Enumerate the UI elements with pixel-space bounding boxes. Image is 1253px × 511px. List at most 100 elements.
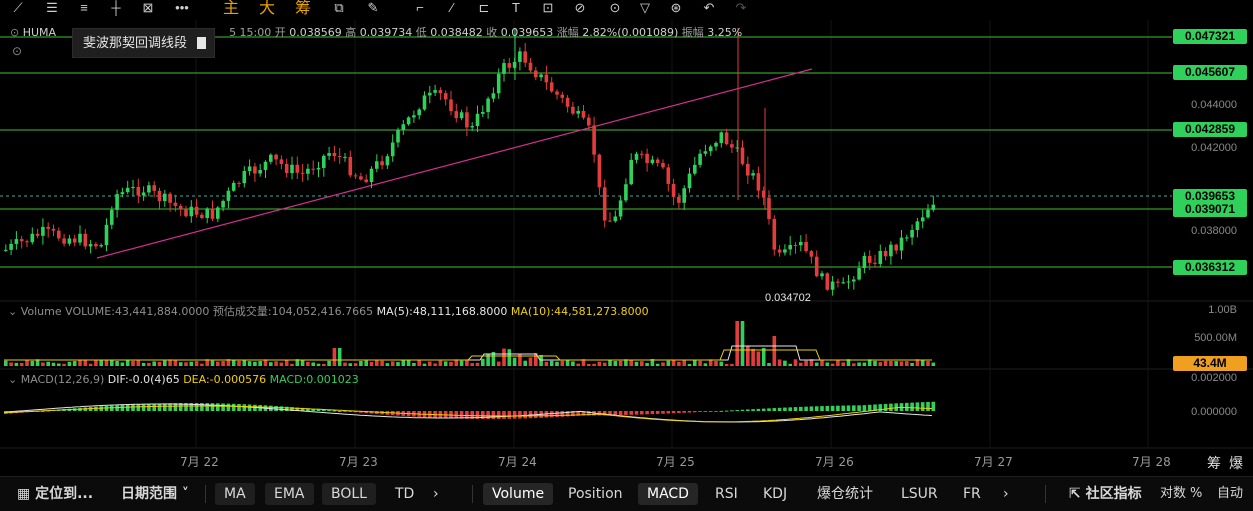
candle-body	[168, 193, 172, 203]
date-range-button[interactable]: 日期范围 ˅	[112, 483, 198, 505]
macd-histogram-bar	[746, 409, 750, 411]
volume-bar	[306, 361, 310, 366]
expand-icon[interactable]: ⊙	[12, 44, 22, 58]
macd-histogram-bar	[661, 411, 665, 414]
volume-bar	[104, 359, 109, 366]
liquidation-corner-label[interactable]: 爆	[1229, 453, 1243, 473]
macd-dif: DIF:-0.0(4)65	[107, 373, 180, 386]
macd-histogram-bar	[147, 403, 151, 411]
candlestick-chart[interactable]	[0, 0, 1253, 476]
volume-bar	[592, 363, 596, 366]
level-tag: 0.042859	[1173, 122, 1247, 137]
candle-body	[401, 124, 406, 130]
indicator-liquidation[interactable]: 爆仓统计	[808, 483, 882, 505]
indicator-td[interactable]: TD	[386, 483, 423, 505]
volume-bar	[178, 362, 183, 366]
candle-body	[157, 190, 162, 202]
volume-bar	[634, 361, 639, 366]
candle-body	[899, 237, 904, 251]
volume-bar	[549, 360, 554, 366]
candle-body	[920, 217, 925, 222]
macd-histogram-bar	[724, 410, 729, 412]
candle-body	[189, 206, 194, 217]
indicator-rsi[interactable]: RSI	[706, 483, 747, 505]
percent-scale-toggle[interactable]: %	[1188, 483, 1204, 505]
macd-histogram-bar	[613, 411, 618, 416]
candle-body	[173, 202, 178, 206]
indicator-boll[interactable]: BOLL	[322, 483, 376, 505]
candle-body	[857, 268, 861, 280]
community-label: 社区指标	[1085, 486, 1142, 502]
volume-bar	[316, 363, 321, 366]
volume-ma5-line	[4, 345, 932, 361]
volume-bar	[401, 359, 406, 366]
candle-body	[777, 249, 782, 253]
candle-body	[793, 245, 798, 247]
volume-bar	[719, 361, 724, 366]
volume-bar	[343, 362, 347, 366]
volume-bar	[428, 361, 432, 366]
candle-body	[417, 109, 421, 116]
community-indicator-button[interactable]: ⇱ 社区指标	[1060, 483, 1151, 505]
divider	[472, 485, 473, 503]
volume-bar	[920, 359, 925, 366]
locate-button[interactable]: ▦ 定位到...	[8, 483, 102, 505]
candle-body	[873, 262, 877, 264]
chevron-right-icon[interactable]: ›	[424, 483, 448, 505]
volume-bar	[777, 359, 782, 366]
candle-body	[645, 153, 649, 164]
macd-histogram-bar	[820, 406, 824, 411]
indicator-ema[interactable]: EMA	[265, 483, 314, 505]
candle-body	[46, 226, 50, 229]
volume-bar	[555, 361, 559, 366]
indicator-ma[interactable]: MA	[215, 483, 255, 505]
volume-bar	[327, 360, 331, 366]
candle-body	[327, 153, 331, 156]
indicator-macd[interactable]: MACD	[638, 483, 698, 505]
volume-bar	[237, 360, 241, 366]
candle-body	[587, 117, 591, 126]
volume-bar	[926, 360, 930, 366]
candle-body	[756, 173, 761, 191]
macd-histogram-bar	[645, 411, 649, 415]
chevron-right-icon[interactable]: ›	[994, 483, 1018, 505]
candle-body	[581, 111, 586, 118]
macd-histogram-bar	[502, 411, 506, 419]
chip-corner-label[interactable]: 筹	[1207, 453, 1221, 473]
time-label: 5 15:00	[229, 26, 272, 39]
candle-body	[650, 159, 655, 164]
volume-bar	[666, 360, 671, 366]
candle-body	[163, 193, 167, 202]
auto-scale-toggle[interactable]: 自动	[1208, 483, 1252, 505]
volume-bar	[364, 360, 368, 366]
macd-histogram-bar	[136, 404, 141, 411]
volume-bar	[152, 361, 156, 366]
candle-body	[523, 51, 527, 63]
indicator-position[interactable]: Position	[559, 483, 632, 505]
indicator-fr[interactable]: FR	[954, 483, 990, 505]
macd-histogram-bar	[507, 411, 512, 419]
macd-histogram-bar	[920, 402, 925, 411]
candle-body	[348, 156, 353, 176]
volume-bar	[359, 361, 363, 366]
indicator-lsur[interactable]: LSUR	[892, 483, 947, 505]
candle-body	[597, 154, 602, 188]
volume-bar	[730, 363, 734, 366]
symbol-label: HUMA	[22, 26, 57, 39]
volume-bar	[507, 349, 512, 366]
volume-bar	[905, 361, 909, 366]
macd-histogram-bar	[931, 401, 936, 411]
macd-histogram-bar	[523, 411, 527, 419]
candle-body	[152, 185, 156, 191]
level-tag: 0.047321	[1173, 29, 1247, 44]
indicator-volume[interactable]: Volume	[483, 483, 554, 505]
volume-bar	[873, 360, 877, 366]
candle-body	[730, 144, 734, 148]
candle-body	[915, 221, 920, 230]
volume-bar	[459, 360, 464, 366]
volume-bar	[258, 361, 262, 366]
candle-body	[35, 233, 40, 236]
volume-bar	[194, 361, 199, 366]
high-value: 0.039734	[359, 26, 413, 39]
indicator-kdj[interactable]: KDJ	[754, 483, 796, 505]
